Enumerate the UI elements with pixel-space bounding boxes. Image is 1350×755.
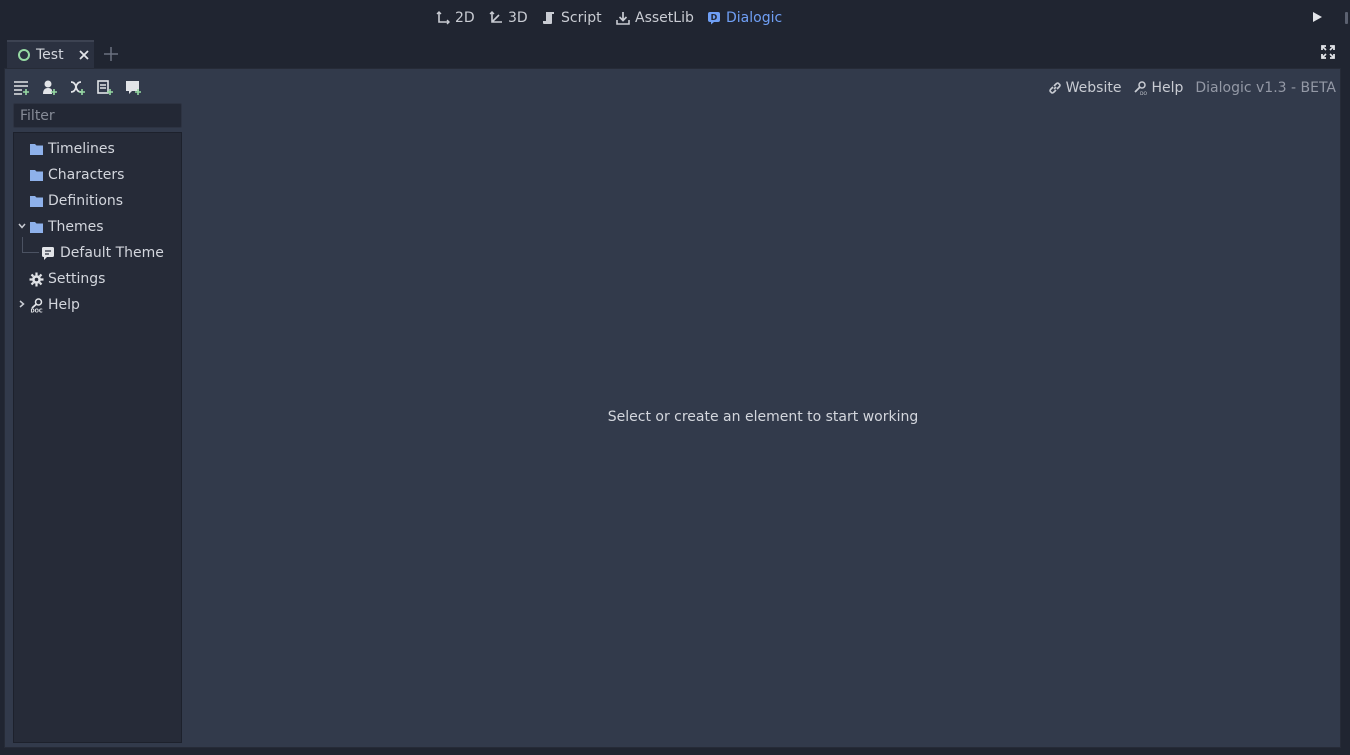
- scene-tab-bar: Test: [0, 36, 1350, 68]
- add-character-icon[interactable]: [41, 79, 58, 96]
- tree-item-label: Help: [48, 297, 80, 313]
- workspace-dialogic-label: Dialogic: [726, 10, 783, 26]
- svg-text:DOC: DOC: [30, 308, 42, 313]
- scene-status-icon: [18, 49, 30, 61]
- tree-item-label: Settings: [48, 271, 106, 287]
- add-definition-icon[interactable]: [69, 79, 86, 96]
- tree-item-default-theme[interactable]: Default Theme: [41, 242, 164, 264]
- workspace-switcher: 2D 3D Script AssetLib D Dialogic: [0, 0, 1350, 36]
- svg-text:DOC: DOC: [1140, 91, 1147, 95]
- workspace-2d-label: 2D: [455, 10, 475, 26]
- scene-tab-test[interactable]: Test: [7, 40, 94, 68]
- link-icon: [1048, 82, 1061, 94]
- workspace-3d-label: 3D: [508, 10, 528, 26]
- tree-item-definitions[interactable]: Definitions: [29, 190, 123, 212]
- 3d-move-icon: [489, 11, 502, 23]
- tree-item-label: Timelines: [48, 141, 115, 157]
- workspace-script-button[interactable]: Script: [542, 8, 602, 28]
- dialogic-icon: D: [708, 12, 720, 25]
- filter-field: [13, 103, 194, 128]
- add-folder-icon[interactable]: [125, 79, 142, 96]
- tree-item-label: Characters: [48, 167, 125, 183]
- workspace-script-label: Script: [561, 10, 602, 26]
- dialogic-editor-panel: Website DOC Help Dialogic v1.3 - BETA Ti…: [4, 68, 1341, 748]
- folder-icon: [30, 169, 43, 181]
- tree-item-settings[interactable]: Settings: [29, 268, 105, 290]
- tree-guide-line: [22, 237, 39, 253]
- add-timeline-icon[interactable]: [13, 79, 30, 96]
- download-icon: [616, 12, 630, 25]
- help-link-label: Help: [1151, 80, 1184, 96]
- workspace-dialogic-button[interactable]: D Dialogic: [707, 8, 782, 28]
- website-link[interactable]: Website: [1048, 80, 1122, 96]
- workspace-assetlib-label: AssetLib: [635, 10, 694, 26]
- gear-icon: [29, 272, 44, 286]
- header-links: Website DOC Help Dialogic v1.3 - BETA: [1048, 78, 1336, 98]
- chevron-down-icon[interactable]: [18, 222, 26, 230]
- add-tab-icon[interactable]: [103, 46, 119, 62]
- tree-item-help[interactable]: DOC Help: [29, 294, 80, 316]
- folder-icon: [30, 195, 43, 207]
- tree-item-label: Default Theme: [60, 245, 164, 261]
- doc-icon: DOC: [30, 297, 43, 313]
- tree-item-themes[interactable]: Themes: [29, 216, 104, 238]
- version-label: Dialogic v1.3 - BETA: [1195, 80, 1336, 96]
- close-icon[interactable]: [78, 49, 90, 61]
- svg-text:D: D: [711, 13, 718, 22]
- play-icon[interactable]: [1310, 10, 1324, 24]
- tree-item-timelines[interactable]: Timelines: [29, 138, 115, 160]
- add-theme-icon[interactable]: [97, 79, 114, 96]
- theme-icon: [42, 246, 54, 260]
- doc-help-icon: DOC: [1134, 81, 1147, 95]
- 2d-move-icon: [436, 11, 450, 25]
- workspace-assetlib-button[interactable]: AssetLib: [616, 8, 694, 28]
- tree-item-characters[interactable]: Characters: [29, 164, 124, 186]
- chevron-right-icon[interactable]: [18, 300, 26, 308]
- top-bar: 2D 3D Script AssetLib D Dialogic: [0, 0, 1350, 36]
- resource-tree: Timelines Characters Definitions Themes …: [13, 132, 182, 743]
- workspace-2d-button[interactable]: 2D: [436, 8, 475, 28]
- script-icon: [543, 12, 554, 24]
- website-link-label: Website: [1065, 80, 1122, 96]
- fullscreen-icon[interactable]: [1321, 45, 1335, 59]
- help-link[interactable]: DOC Help: [1133, 80, 1183, 96]
- empty-editor-message: Select or create an element to start wor…: [607, 409, 919, 425]
- tree-item-label: Definitions: [48, 193, 124, 209]
- scene-tab-label: Test: [36, 47, 64, 63]
- resource-toolbar: [13, 79, 142, 97]
- filter-input[interactable]: [14, 104, 194, 127]
- top-bar-scroll-indicator: [1345, 12, 1348, 24]
- tree-item-label: Themes: [48, 219, 104, 235]
- folder-icon: [30, 143, 43, 155]
- workspace-3d-button[interactable]: 3D: [489, 8, 528, 28]
- folder-icon: [30, 221, 43, 233]
